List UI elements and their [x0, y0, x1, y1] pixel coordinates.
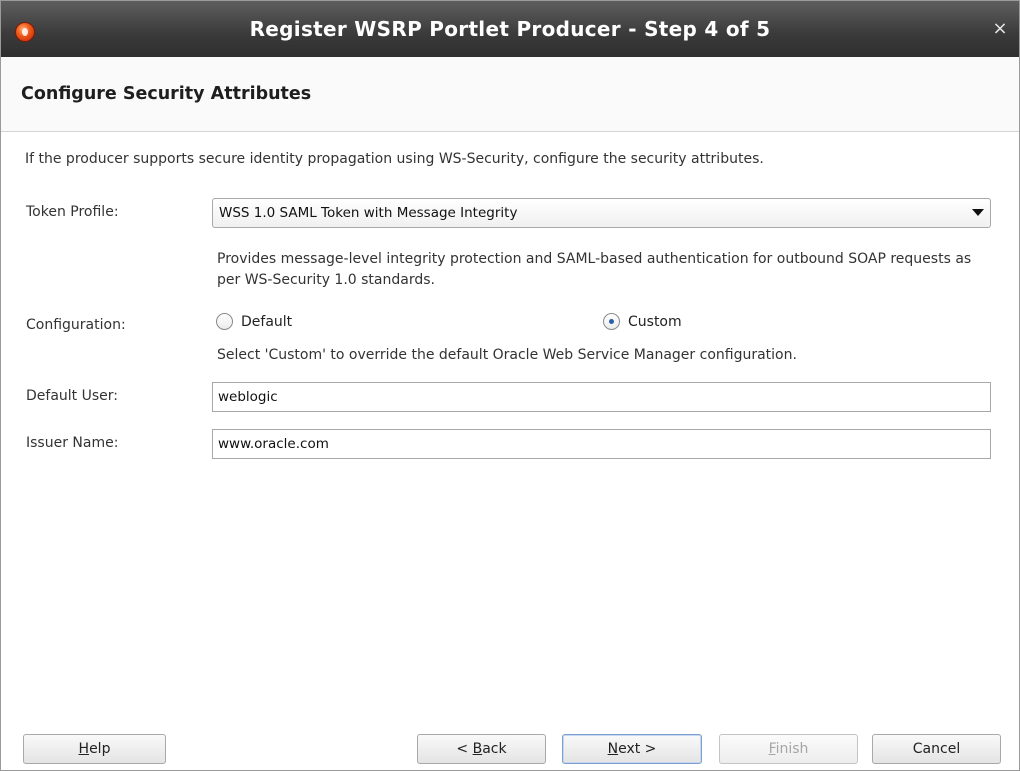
close-icon[interactable]: ×: [991, 19, 1009, 39]
help-label-rest: elp: [89, 741, 111, 757]
page-header: Configure Security Attributes: [1, 57, 1019, 132]
intro-text: If the producer supports secure identity…: [25, 151, 764, 167]
back-label-rest: ack: [482, 741, 507, 757]
token-profile-value: WSS 1.0 SAML Token with Message Integrit…: [219, 205, 518, 221]
help-button[interactable]: Help: [23, 734, 166, 764]
configuration-label: Configuration:: [26, 317, 126, 333]
radio-custom-label: Custom: [628, 314, 682, 330]
back-button[interactable]: < Back: [417, 734, 546, 764]
issuer-name-field[interactable]: www.oracle.com: [212, 429, 991, 459]
radio-custom-circle[interactable]: [603, 313, 620, 330]
configuration-hint: Select 'Custom' to override the default …: [217, 347, 797, 363]
window-title: Register WSRP Portlet Producer - Step 4 …: [249, 17, 771, 41]
next-button[interactable]: Next >: [562, 734, 702, 764]
radio-custom[interactable]: Custom: [603, 312, 723, 334]
issuer-name-label: Issuer Name:: [26, 435, 119, 451]
back-prefix: <: [456, 741, 473, 757]
back-mnemonic: B: [472, 741, 483, 757]
finish-mnemonic: F: [768, 741, 776, 757]
radio-default[interactable]: Default: [216, 312, 336, 334]
finish-button[interactable]: Finish: [719, 734, 858, 764]
radio-default-label: Default: [241, 314, 293, 330]
dropdown-icon[interactable]: [972, 209, 984, 216]
default-user-label: Default User:: [26, 388, 118, 404]
title-bar[interactable]: Register WSRP Portlet Producer - Step 4 …: [1, 1, 1019, 57]
next-mnemonic: N: [607, 741, 619, 757]
next-label-rest: ext >: [618, 741, 657, 757]
token-profile-label: Token Profile:: [26, 204, 119, 220]
radio-default-circle[interactable]: [216, 313, 233, 330]
default-user-field[interactable]: weblogic: [212, 382, 991, 412]
cancel-button[interactable]: Cancel: [872, 734, 1001, 764]
page-title: Configure Security Attributes: [21, 84, 312, 104]
token-profile-select[interactable]: WSS 1.0 SAML Token with Message Integrit…: [212, 198, 991, 228]
finish-label-rest: inish: [775, 741, 809, 757]
radio-selected-dot: [609, 319, 614, 324]
dialog-window: Register WSRP Portlet Producer - Step 4 …: [0, 0, 1020, 771]
help-mnemonic: H: [78, 741, 90, 757]
token-profile-description: Provides message-level integrity protect…: [217, 251, 972, 288]
